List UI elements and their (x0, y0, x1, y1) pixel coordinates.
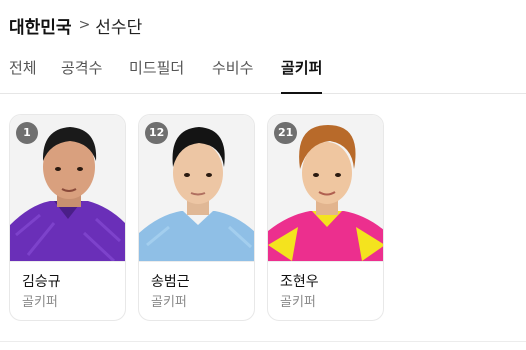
jersey-number-badge: 12 (145, 122, 169, 144)
player-photo: 12 (139, 115, 254, 261)
player-photo: 21 (268, 115, 383, 261)
tab-midfielders[interactable]: 미드필더 (129, 58, 184, 94)
jersey-number-badge: 21 (274, 122, 298, 144)
position-tabs: 전체 공격수 미드필더 수비수 골키퍼 (0, 52, 526, 94)
player-card[interactable]: 1 김승규 골키퍼 (9, 114, 126, 321)
player-card[interactable]: 21 조현우 골키퍼 (267, 114, 384, 321)
chevron-right-icon: > (78, 17, 91, 33)
player-name: 조현우 (280, 274, 319, 290)
player-position: 골키퍼 (151, 295, 187, 310)
tab-goalkeepers[interactable]: 골키퍼 (281, 58, 323, 94)
player-position: 골키퍼 (22, 295, 58, 310)
tab-defenders[interactable]: 수비수 (212, 58, 253, 94)
section-divider (0, 341, 526, 342)
breadcrumb-root[interactable]: 대한민국 (9, 13, 72, 38)
breadcrumb: 대한민국 > 선수단 (9, 12, 142, 38)
player-card[interactable]: 12 송범근 골키퍼 (138, 114, 255, 321)
player-name: 송범근 (151, 274, 190, 290)
player-name: 김승규 (22, 274, 61, 290)
player-position: 골키퍼 (280, 295, 316, 310)
tab-all[interactable]: 전체 (9, 58, 37, 94)
breadcrumb-current: 선수단 (95, 17, 143, 38)
tab-forwards[interactable]: 공격수 (61, 58, 102, 94)
player-info: 조현우 골키퍼 (268, 261, 383, 320)
jersey-number-badge: 1 (16, 122, 38, 144)
player-photo: 1 (10, 115, 125, 261)
player-info: 김승규 골키퍼 (10, 261, 125, 320)
player-info: 송범근 골키퍼 (139, 261, 254, 320)
